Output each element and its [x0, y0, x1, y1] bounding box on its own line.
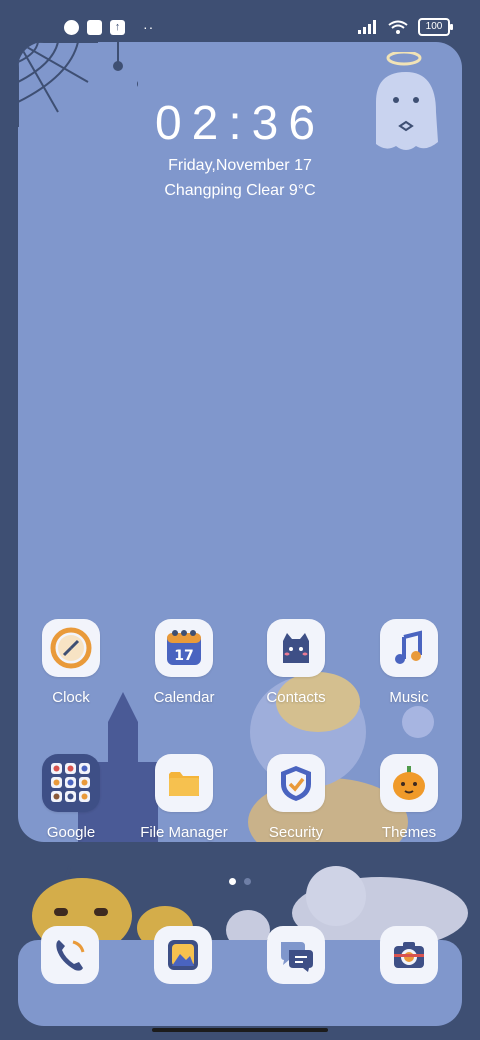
signal-icon	[358, 20, 376, 34]
messages-icon[interactable]	[267, 926, 325, 984]
app-label: Contacts	[266, 689, 326, 706]
app-clock[interactable]: Clock	[16, 619, 126, 706]
gesture-navigation-bar[interactable]	[152, 1028, 328, 1032]
contacts-cat-icon	[267, 619, 325, 677]
app-themes[interactable]: Themes	[354, 754, 464, 841]
clock-icon	[42, 619, 100, 677]
battery-icon: 100	[418, 18, 453, 36]
app-calendar[interactable]: 17 Calendar	[129, 619, 239, 706]
phone-icon[interactable]	[41, 926, 99, 984]
app-google-folder[interactable]: Google	[16, 754, 126, 841]
status-bar: ↑ ·· 100	[0, 0, 480, 40]
shield-icon	[267, 754, 325, 812]
folder-icon	[155, 754, 213, 812]
app-security[interactable]: Security	[241, 754, 351, 841]
wifi-icon	[388, 20, 408, 34]
time-display: 02:36	[154, 97, 326, 150]
app-label: Google	[46, 824, 96, 841]
app-label: Clock	[52, 689, 90, 706]
app-label: Themes	[381, 824, 437, 841]
calendar-icon: 17	[155, 619, 213, 677]
app-label: File Manager	[140, 824, 228, 841]
camera-icon[interactable]	[380, 926, 438, 984]
date-display: Friday,November 17	[168, 157, 312, 174]
app-music[interactable]: Music	[354, 619, 464, 706]
more-notifications-icon: ··	[143, 19, 155, 35]
upload-icon: ↑	[110, 19, 125, 35]
gallery-icon[interactable]	[154, 926, 212, 984]
music-icon	[380, 619, 438, 677]
notification-icon	[64, 19, 79, 35]
app-icon	[87, 19, 102, 35]
app-label: Calendar	[153, 689, 215, 706]
calendar-date-badge: 17	[174, 648, 193, 664]
pumpkin-icon	[380, 754, 438, 812]
app-label: Music	[389, 689, 429, 706]
weather-display: Changping Clear 9°C	[164, 182, 316, 199]
app-label: Security	[268, 824, 324, 841]
app-contacts[interactable]: Contacts	[241, 619, 351, 706]
app-file-manager[interactable]: File Manager	[129, 754, 239, 841]
google-folder-icon	[42, 754, 100, 812]
